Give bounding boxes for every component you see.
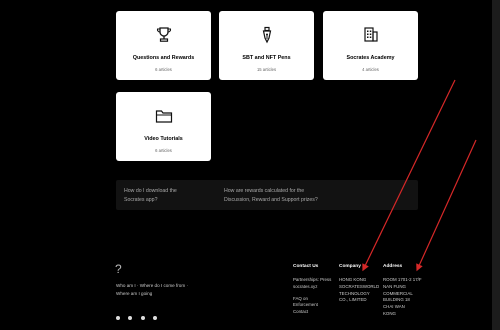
annotation-arrow-address xyxy=(416,139,477,272)
annotation-arrow-company xyxy=(362,79,456,272)
annotation-arrows xyxy=(362,79,477,272)
